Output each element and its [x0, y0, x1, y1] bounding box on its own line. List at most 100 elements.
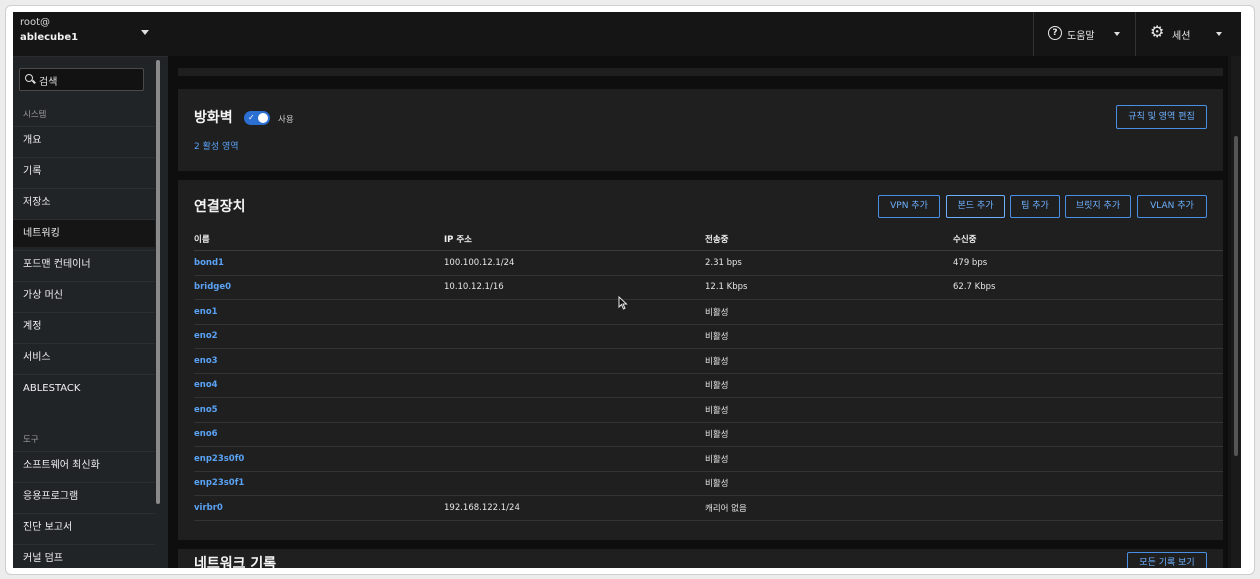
add-vlan-button[interactable]: VLAN 추가	[1137, 195, 1207, 218]
sidebar-item-label: 저장소	[23, 197, 51, 208]
sidebar-item-services[interactable]: 서비스	[13, 343, 155, 371]
interface-tx: 비활성	[705, 397, 953, 423]
sidebar-item-label: 가상 머신	[23, 290, 63, 301]
interface-ip	[444, 324, 705, 349]
table-row[interactable]: eno4 비활성	[194, 373, 1223, 398]
section-title-tools: 도구	[23, 435, 39, 445]
sidebar-item-label: 기록	[23, 166, 42, 177]
column-header-name: 이름	[194, 228, 444, 251]
interface-ip: 192.168.122.1/24	[444, 495, 705, 521]
gear-icon: ⚙	[1150, 22, 1165, 41]
interface-tx: 캐리어 없음	[705, 495, 953, 521]
session-label: 세션	[1172, 31, 1191, 42]
sidebar-item-podman[interactable]: 포드맨 컨테이너	[13, 250, 155, 278]
interface-name[interactable]: eno4	[194, 373, 444, 398]
interface-name[interactable]: enp23s0f1	[194, 471, 444, 496]
sidebar-item-overview[interactable]: 개요	[13, 126, 155, 154]
interface-rx	[953, 495, 1223, 521]
sidebar-item-software-updates[interactable]: 소프트웨어 최신화	[13, 451, 155, 479]
view-all-logs-button[interactable]: 모든 기록 보기	[1127, 552, 1207, 568]
sidebar-item-diagnostic-reports[interactable]: 진단 보고서	[13, 513, 155, 541]
interface-tx: 비활성	[705, 471, 953, 496]
sidebar-scrollbar[interactable]	[156, 60, 160, 504]
interface-tx: 비활성	[705, 299, 953, 325]
interface-tx: 12.1 Kbps	[705, 275, 953, 300]
interfaces-card: 연결장치 VPN 추가 본드 추가 팀 추가 브릿지 추가 VLAN 추가 이름…	[178, 180, 1223, 540]
main-content: 방화벽 ✓ 사용 2 활성 영역 규칙 및 영역 편집 연결장치 VPN 추가 …	[168, 56, 1228, 568]
sidebar-item-label: 소프트웨어 최신화	[23, 460, 100, 471]
interface-name[interactable]: virbr0	[194, 495, 444, 521]
table-row[interactable]: enp23s0f0 비활성	[194, 446, 1223, 472]
topbar: ? 도움말 ⚙ 세션	[168, 12, 1241, 56]
sidebar-item-kernel-dump[interactable]: 커널 덤프	[13, 544, 155, 568]
interface-name[interactable]: eno2	[194, 324, 444, 349]
interface-tx: 비활성	[705, 348, 953, 374]
interface-ip	[444, 446, 705, 472]
help-label: 도움말	[1067, 31, 1095, 42]
column-header-receiving: 수신중	[953, 228, 1223, 251]
interfaces-title: 연결장치	[194, 199, 246, 215]
table-row[interactable]: eno2 비활성	[194, 324, 1223, 349]
search-input[interactable]: 검색	[19, 68, 144, 91]
sidebar-item-label: 서비스	[23, 352, 51, 363]
interface-name[interactable]: eno1	[194, 299, 444, 325]
search-icon	[25, 74, 33, 82]
caret-down-icon	[1114, 32, 1120, 36]
interface-tx: 비활성	[705, 446, 953, 472]
host-switcher[interactable]: root@ ablecube1	[13, 12, 168, 57]
previous-card-edge	[178, 68, 1223, 76]
interface-name[interactable]: bond1	[194, 250, 444, 276]
active-zones-link[interactable]: 2 활성 영역	[194, 139, 239, 152]
sidebar-item-label: 진단 보고서	[23, 522, 73, 533]
add-bridge-button[interactable]: 브릿지 추가	[1065, 195, 1131, 218]
firewall-toggle[interactable]: ✓	[244, 111, 270, 125]
content-scrollbar-thumb[interactable]	[1234, 136, 1238, 456]
search-label: 검색	[39, 77, 58, 88]
firewall-card: 방화벽 ✓ 사용 2 활성 영역 규칙 및 영역 편집	[178, 89, 1223, 171]
interface-name[interactable]: eno3	[194, 348, 444, 374]
add-vpn-button[interactable]: VPN 추가	[878, 195, 940, 218]
interface-name[interactable]: enp23s0f0	[194, 446, 444, 472]
cockpit-app: root@ ablecube1 검색 시스템 개요 기록 저장소 네트워킹 포드…	[13, 12, 1241, 568]
host-user: root@	[20, 17, 51, 28]
sidebar-item-label: 커널 덤프	[23, 553, 63, 564]
interface-name[interactable]: eno6	[194, 422, 444, 447]
table-row[interactable]: eno5 비활성	[194, 397, 1223, 423]
firewall-toggle-label: 사용	[278, 115, 294, 125]
sidebar-item-storage[interactable]: 저장소	[13, 188, 155, 216]
table-header-row: 이름 IP 주소 전송중 수신중	[194, 228, 1223, 251]
sidebar-item-label: 응용프로그램	[23, 491, 79, 502]
table-row[interactable]: eno3 비활성	[194, 348, 1223, 374]
sidebar-item-label: 계정	[23, 321, 42, 332]
network-log-title: 네트워크 기록	[194, 556, 277, 568]
content-scrollbar[interactable]	[1231, 56, 1241, 568]
sidebar-item-vms[interactable]: 가상 머신	[13, 281, 155, 309]
table-row[interactable]: bridge0 10.10.12.1/16 12.1 Kbps 62.7 Kbps	[194, 275, 1223, 300]
table-row[interactable]: bond1 100.100.12.1/24 2.31 bps 479 bps	[194, 250, 1223, 276]
interface-name[interactable]: bridge0	[194, 275, 444, 300]
sidebar-item-ablestack[interactable]: ABLESTACK	[13, 374, 155, 402]
toggle-knob	[258, 113, 268, 123]
table-row[interactable]: eno1 비활성	[194, 299, 1223, 325]
table-row[interactable]: eno6 비활성	[194, 422, 1223, 447]
table-row[interactable]: virbr0 192.168.122.1/24 캐리어 없음	[194, 495, 1223, 521]
sidebar-item-logs[interactable]: 기록	[13, 157, 155, 185]
column-header-sending: 전송중	[705, 228, 953, 251]
add-bond-button[interactable]: 본드 추가	[946, 195, 1005, 218]
interface-ip	[444, 471, 705, 496]
sidebar-item-accounts[interactable]: 계정	[13, 312, 155, 340]
interface-name[interactable]: eno5	[194, 397, 444, 423]
help-icon: ?	[1048, 26, 1062, 40]
sidebar-item-networking[interactable]: 네트워킹	[13, 219, 155, 247]
edit-rules-zones-button[interactable]: 규칙 및 영역 편집	[1116, 105, 1207, 129]
session-button[interactable]: ⚙ 세션	[1135, 12, 1241, 56]
sidebar-item-applications[interactable]: 응용프로그램	[13, 482, 155, 510]
add-team-button[interactable]: 팀 추가	[1010, 195, 1060, 218]
interface-ip	[444, 299, 705, 325]
interface-ip	[444, 422, 705, 447]
help-button[interactable]: ? 도움말	[1033, 12, 1136, 56]
interface-rx	[953, 446, 1223, 472]
table-row[interactable]: enp23s0f1 비활성	[194, 471, 1223, 496]
check-icon: ✓	[248, 113, 255, 122]
interface-ip	[444, 397, 705, 423]
